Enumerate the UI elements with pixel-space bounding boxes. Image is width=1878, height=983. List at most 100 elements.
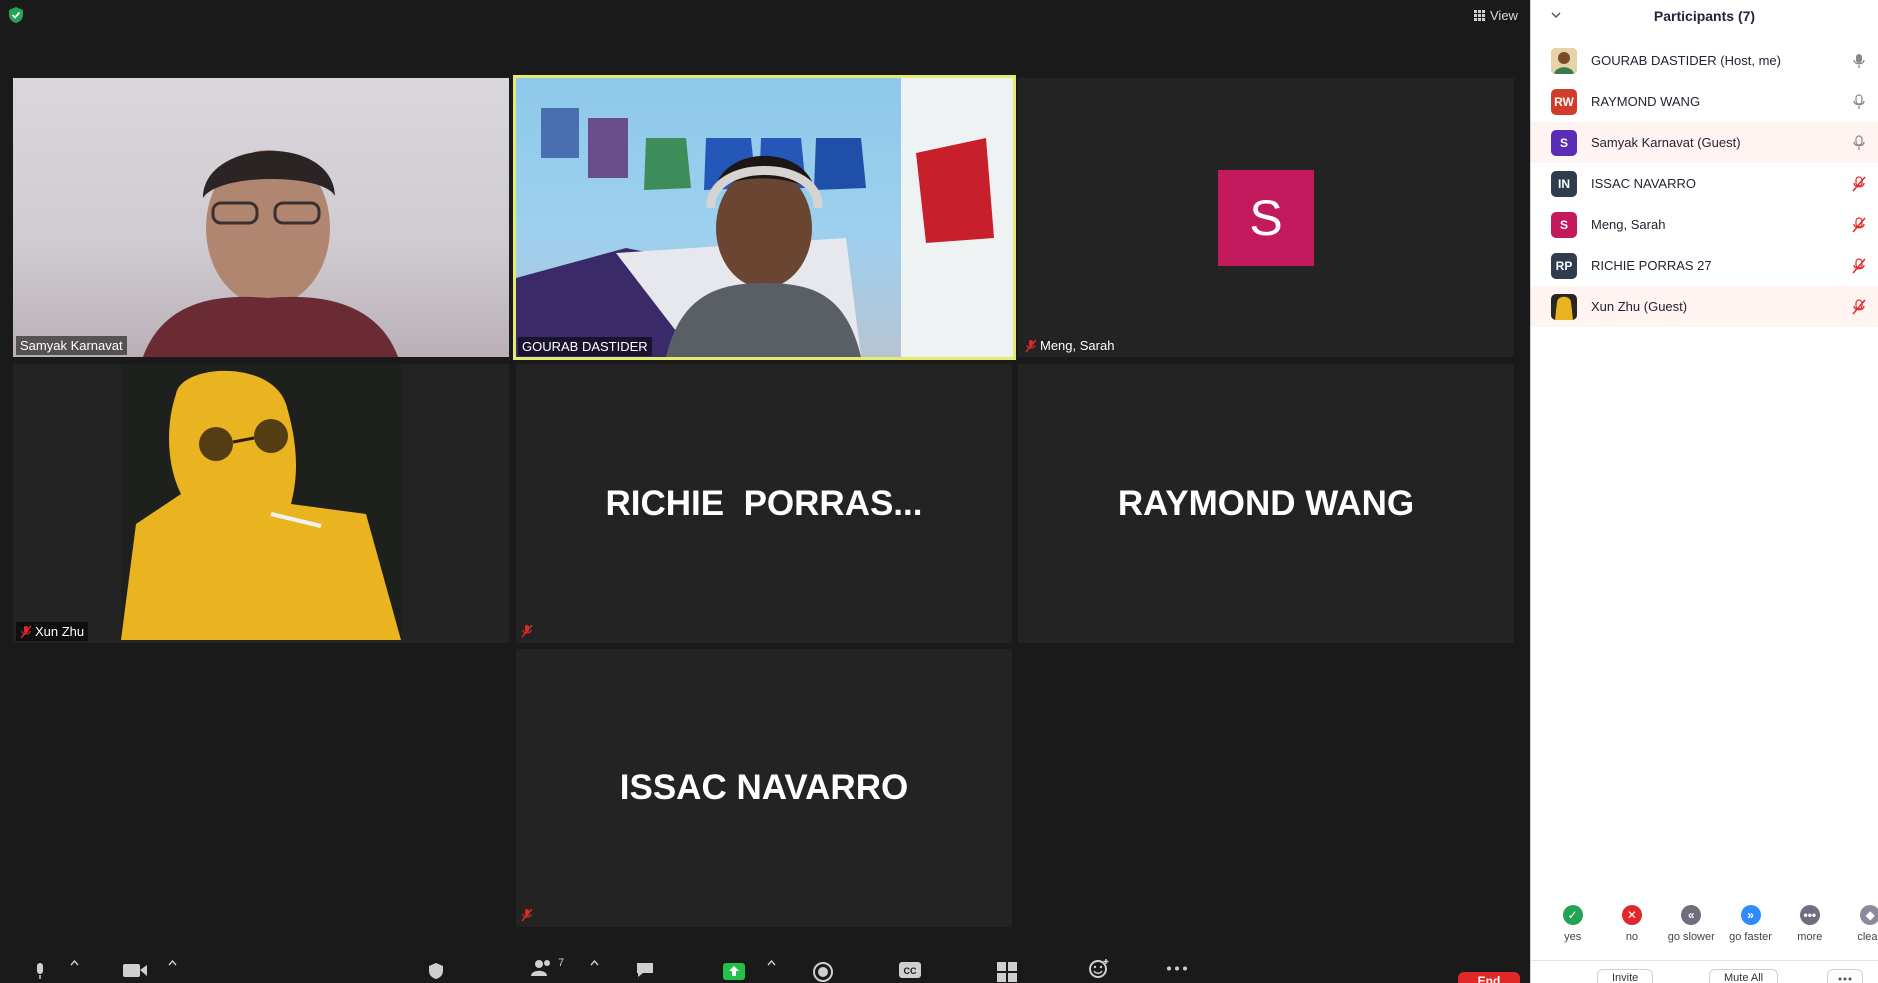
- breakout-rooms-button[interactable]: [997, 962, 1017, 982]
- avatar: RP: [1551, 252, 1577, 279]
- name-tile-raymond-wang[interactable]: RAYMOND WANG: [1018, 364, 1514, 643]
- more-panel-options-button[interactable]: [1827, 969, 1863, 983]
- reaction-go-slower-button[interactable]: « go slower: [1662, 905, 1721, 957]
- participant-row[interactable]: IN ISSAC NAVARRO: [1531, 163, 1878, 204]
- chevron-up-icon: [767, 960, 776, 966]
- participant-name-tag: GOURAB DASTIDER: [518, 337, 652, 356]
- participant-row[interactable]: RW RAYMOND WANG: [1531, 81, 1878, 122]
- panel-title: Participants (7): [1653, 8, 1756, 24]
- avatar-tile-meng-sarah[interactable]: S Meng, Sarah: [1018, 78, 1514, 357]
- participant-row[interactable]: Xun Zhu (Guest): [1531, 286, 1878, 327]
- panel-footer: Invite Mute All: [1531, 960, 1878, 983]
- panel-header: Participants (7): [1531, 0, 1878, 32]
- mic-muted-icon[interactable]: [1852, 217, 1866, 233]
- share-options-caret[interactable]: [767, 960, 776, 966]
- participants-button[interactable]: 7: [530, 957, 565, 976]
- participants-count: 7: [558, 957, 565, 969]
- clear-icon: ◆: [1860, 905, 1878, 925]
- x-icon: ✕: [1621, 905, 1642, 925]
- avatar: S: [1551, 211, 1577, 238]
- reaction-label: more: [1797, 931, 1823, 943]
- avatar: [1551, 47, 1577, 74]
- avatar-initials: S: [1559, 217, 1568, 232]
- name-tile-issac-navarro[interactable]: ISSAC NAVARRO: [516, 649, 1012, 927]
- participants-options-caret[interactable]: [590, 960, 599, 966]
- mic-muted-icon: [521, 908, 533, 922]
- microphone-icon: [37, 963, 43, 979]
- chat-button[interactable]: [635, 962, 655, 978]
- chat-bubble-icon: [637, 963, 653, 977]
- microphone-icon[interactable]: [1852, 94, 1866, 110]
- participant-name: Samyak Karnavat (Guest): [1591, 135, 1741, 150]
- breakout-rooms-icon: [997, 962, 1017, 982]
- share-screen-icon: [723, 963, 745, 980]
- chevron-up-icon: [70, 960, 79, 966]
- participant-name: RICHIE PORRAS 27: [1591, 258, 1712, 273]
- chevron-down-icon[interactable]: [1551, 10, 1561, 20]
- svg-text:CC: CC: [904, 966, 917, 976]
- reaction-yes-button[interactable]: ✓ yes: [1543, 905, 1602, 957]
- closed-caption-button[interactable]: CC: [899, 962, 921, 978]
- avatar: IN: [1551, 170, 1577, 197]
- mic-muted-icon[interactable]: [1852, 258, 1866, 274]
- avatar-initials: RP: [1555, 258, 1573, 273]
- avatar-initials: RW: [1554, 94, 1574, 109]
- record-button[interactable]: [813, 962, 833, 982]
- avatar: S: [1218, 169, 1314, 266]
- participant-row[interactable]: S Meng, Sarah: [1531, 204, 1878, 245]
- participant-row[interactable]: RP RICHIE PORRAS 27: [1531, 245, 1878, 286]
- security-button[interactable]: [428, 962, 444, 980]
- yellow-sweater-image: [121, 370, 401, 640]
- avatar: S: [1551, 129, 1577, 156]
- video-tile-samyak[interactable]: Samyak Karnavat: [13, 78, 509, 357]
- reaction-more-button[interactable]: ••• more: [1780, 905, 1839, 957]
- video-feed: [121, 364, 401, 640]
- video-options-caret[interactable]: [168, 960, 177, 966]
- avatar-photo: [1551, 47, 1577, 74]
- microphone-icon[interactable]: [1852, 53, 1866, 69]
- share-screen-button[interactable]: [723, 962, 745, 980]
- more-options-button[interactable]: [1166, 966, 1188, 971]
- participant-display-name: RICHIE PORRAS...: [605, 483, 923, 523]
- mic-muted-icon[interactable]: [1852, 176, 1866, 192]
- participant-display-name: RAYMOND WANG: [1117, 483, 1415, 523]
- view-button[interactable]: View: [1468, 4, 1524, 26]
- room-scene: [516, 78, 1013, 357]
- avatar-photo: [1551, 293, 1577, 320]
- view-button-label: View: [1490, 7, 1518, 23]
- participant-name: ISSAC NAVARRO: [1591, 176, 1696, 191]
- reaction-go-faster-button[interactable]: » go faster: [1721, 905, 1780, 957]
- participant-display-name: ISSAC NAVARRO: [619, 768, 909, 807]
- mute-all-button[interactable]: Mute All: [1709, 969, 1779, 983]
- end-meeting-button[interactable]: End: [1458, 972, 1520, 983]
- video-button[interactable]: [122, 962, 148, 978]
- participant-row[interactable]: S Samyak Karnavat (Guest): [1531, 122, 1878, 163]
- mic-muted-icon: [20, 625, 32, 638]
- more-dots-icon: [1838, 977, 1852, 981]
- video-camera-icon: [123, 964, 147, 977]
- avatar: RW: [1551, 88, 1577, 115]
- reaction-no-button[interactable]: ✕ no: [1602, 905, 1661, 957]
- avatar-initials: IN: [1558, 176, 1570, 191]
- encryption-shield-icon[interactable]: [8, 6, 24, 24]
- invite-button[interactable]: Invite: [1597, 969, 1654, 983]
- name-tile-richie-porras[interactable]: RICHIE PORRAS...: [516, 364, 1012, 643]
- microphone-icon[interactable]: [1852, 135, 1866, 151]
- mic-muted-icon: [521, 624, 533, 638]
- mic-muted-icon[interactable]: [1852, 299, 1866, 315]
- participant-row[interactable]: GOURAB DASTIDER (Host, me): [1531, 40, 1878, 81]
- participants-icon: [531, 960, 550, 976]
- mute-button[interactable]: [34, 962, 46, 980]
- reactions-button[interactable]: [1088, 958, 1110, 978]
- record-icon: [813, 962, 833, 982]
- mic-muted-icon: [1025, 339, 1037, 352]
- participant-name-tag: Xun Zhu: [16, 622, 89, 641]
- participant-name: RAYMOND WANG: [1591, 94, 1701, 109]
- reaction-clear-button[interactable]: ◆ clear: [1839, 905, 1878, 957]
- video-tile-gourab[interactable]: GOURAB DASTIDER: [513, 75, 1016, 360]
- audio-options-caret[interactable]: [70, 960, 79, 966]
- participant-name-tag: Samyak Karnavat: [16, 336, 127, 355]
- video-tile-xun-zhu[interactable]: Xun Zhu: [13, 364, 509, 643]
- participant-name: GOURAB DASTIDER (Host, me): [1591, 53, 1781, 68]
- grid-view-icon: [1474, 9, 1485, 21]
